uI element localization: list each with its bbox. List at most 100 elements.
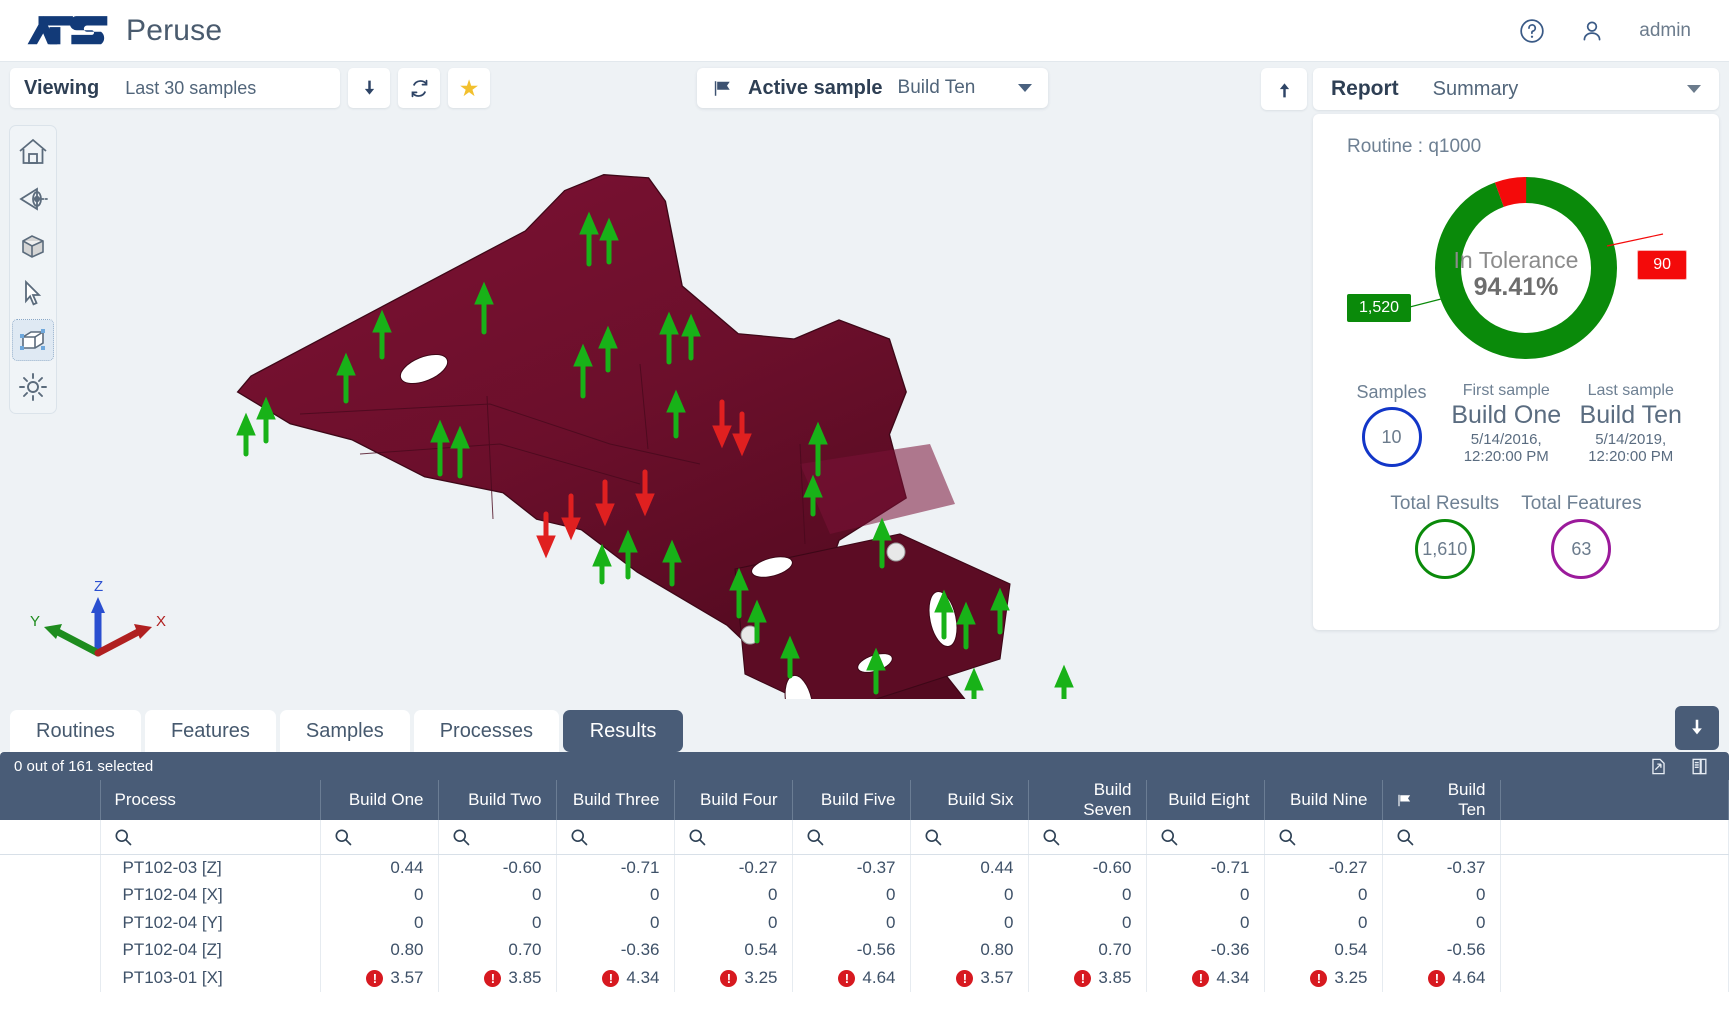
cell-spacer: [1500, 936, 1729, 964]
chevron-down-icon[interactable]: [1687, 85, 1701, 93]
cube-icon[interactable]: [13, 226, 53, 266]
box-select-icon[interactable]: [12, 319, 54, 361]
column-header-build-one[interactable]: Build One: [320, 780, 439, 820]
row-checkbox-cell[interactable]: [0, 854, 101, 882]
main-body: Z Y X Routine : q1000 In Tolerance 94.41…: [0, 114, 1729, 1034]
column-header-process[interactable]: Process: [100, 780, 321, 820]
column-header-build-seven[interactable]: Build Seven: [1028, 780, 1147, 820]
tab-samples[interactable]: Samples: [279, 710, 410, 752]
tab-features[interactable]: Features: [144, 710, 276, 752]
row-checkbox-cell[interactable]: [0, 936, 101, 964]
filter-cell-3[interactable]: [556, 820, 675, 855]
last-sample-label: Last sample: [1587, 382, 1674, 399]
refresh-button[interactable]: [398, 68, 440, 108]
cell-value: -0.27: [1264, 854, 1383, 882]
chevron-down-icon[interactable]: [1018, 84, 1033, 92]
search-icon[interactable]: [687, 827, 707, 847]
column-header-build-six[interactable]: Build Six: [910, 780, 1029, 820]
table-filter-row: [0, 820, 1729, 855]
eye-view-icon[interactable]: [13, 179, 53, 219]
filter-cell-8[interactable]: [1146, 820, 1265, 855]
search-icon[interactable]: [1277, 827, 1297, 847]
alert-icon: !: [366, 969, 384, 987]
tab-processes[interactable]: Processes: [413, 710, 560, 752]
search-icon[interactable]: [923, 827, 943, 847]
search-icon[interactable]: [1395, 827, 1415, 847]
search-icon[interactable]: [333, 827, 353, 847]
cell-process: PT102-04 [X]: [100, 881, 321, 909]
search-icon[interactable]: [1159, 827, 1179, 847]
alert-icon: !: [1192, 969, 1210, 987]
cell-value: ! 3.25: [674, 964, 793, 992]
column-header-build-nine[interactable]: Build Nine: [1264, 780, 1383, 820]
filter-cell-1[interactable]: [320, 820, 439, 855]
column-header-build-five[interactable]: Build Five: [792, 780, 911, 820]
row-checkbox-cell[interactable]: [0, 964, 101, 992]
app-root: Peruse admin Viewing Last 30 samples ★ A…: [0, 0, 1729, 1034]
help-circle-icon[interactable]: [1519, 18, 1545, 44]
cell-value: 0: [556, 881, 675, 909]
total-features-label: Total Features: [1521, 493, 1642, 514]
cell-value: -0.71: [556, 854, 675, 882]
table-row[interactable]: PT102-04 [Z] 0.80 0.70 -0.36 0.54 -0.56 0.80 0.…: [0, 936, 1729, 964]
filter-cell-4[interactable]: [674, 820, 793, 855]
panel-download-button[interactable]: [1675, 706, 1719, 750]
cell-spacer: [1500, 854, 1729, 882]
filter-cell-9[interactable]: [1264, 820, 1383, 855]
tab-routines[interactable]: Routines: [10, 710, 141, 752]
results-table-panel: 0 out of 161 selected Process Build One …: [0, 752, 1729, 1034]
download-button[interactable]: [348, 68, 390, 108]
search-icon[interactable]: [451, 827, 471, 847]
filter-cell-10[interactable]: [1382, 820, 1501, 855]
search-icon[interactable]: [113, 827, 133, 847]
table-row[interactable]: PT102-03 [Z] 0.44 -0.60 -0.71 -0.27 -0.37 0.44…: [0, 854, 1729, 882]
column-header-build-three[interactable]: Build Three: [556, 780, 675, 820]
gear-icon[interactable]: [13, 367, 53, 407]
filter-cell-5[interactable]: [792, 820, 911, 855]
table-row[interactable]: PT102-04 [Y] 0 0 0 0 0 0 0 0 0 0: [0, 909, 1729, 937]
row-checkbox-cell[interactable]: [0, 881, 101, 909]
search-icon[interactable]: [805, 827, 825, 847]
active-sample-selector[interactable]: Active sample Build Ten: [697, 68, 1049, 108]
in-tolerance-count-badge: 1,520: [1347, 294, 1412, 322]
cell-value: 0.54: [1264, 936, 1383, 964]
filter-cell-7[interactable]: [1028, 820, 1147, 855]
cell-process: PT102-03 [Z]: [100, 854, 321, 882]
filter-cell-6[interactable]: [910, 820, 1029, 855]
favorite-button[interactable]: ★: [448, 68, 490, 108]
select-all-header[interactable]: [0, 780, 101, 820]
cell-value: 0: [438, 881, 557, 909]
user-icon[interactable]: [1579, 18, 1605, 44]
viewing-selector[interactable]: Viewing Last 30 samples: [10, 68, 340, 108]
table-row[interactable]: PT103-01 [X]! 3.57! 3.85! 4.34! 3.25! 4.64! 3.…: [0, 964, 1729, 992]
column-header-build-ten[interactable]: Build Ten: [1382, 780, 1501, 820]
filter-cell-process[interactable]: [100, 820, 321, 855]
copy-columns-icon[interactable]: [1690, 757, 1709, 776]
cursor-arrow-icon[interactable]: [13, 273, 53, 313]
export-icon[interactable]: [1649, 757, 1668, 776]
leader-line-red: [1606, 233, 1664, 247]
model-viewport[interactable]: Z Y X: [0, 114, 1297, 699]
filter-cell-2[interactable]: [438, 820, 557, 855]
report-view-label[interactable]: Summary: [1433, 78, 1519, 101]
download-arrow-icon: [1692, 719, 1702, 735]
tab-results[interactable]: Results: [563, 710, 684, 752]
search-icon[interactable]: [1041, 827, 1061, 847]
column-header-build-eight[interactable]: Build Eight: [1146, 780, 1265, 820]
viewing-label: Viewing: [24, 76, 100, 99]
home-icon[interactable]: [13, 132, 53, 172]
cell-value: 0: [1264, 881, 1383, 909]
report-collapse-button[interactable]: [1261, 68, 1307, 110]
column-header-build-four[interactable]: Build Four: [674, 780, 793, 820]
column-header-build-two[interactable]: Build Two: [438, 780, 557, 820]
cell-value: 0: [1382, 909, 1501, 937]
cell-value: ! 4.34: [1146, 964, 1265, 992]
results-table: Process Build One Build Two Build Three …: [0, 780, 1729, 992]
table-row[interactable]: PT102-04 [X] 0 0 0 0 0 0 0 0 0 0: [0, 881, 1729, 909]
row-checkbox-cell[interactable]: [0, 909, 101, 937]
axis-label-z: Z: [94, 578, 103, 595]
search-icon[interactable]: [569, 827, 589, 847]
alert-icon: !: [602, 969, 620, 987]
user-name-label: admin: [1639, 19, 1691, 41]
alert-icon: !: [1428, 969, 1446, 987]
